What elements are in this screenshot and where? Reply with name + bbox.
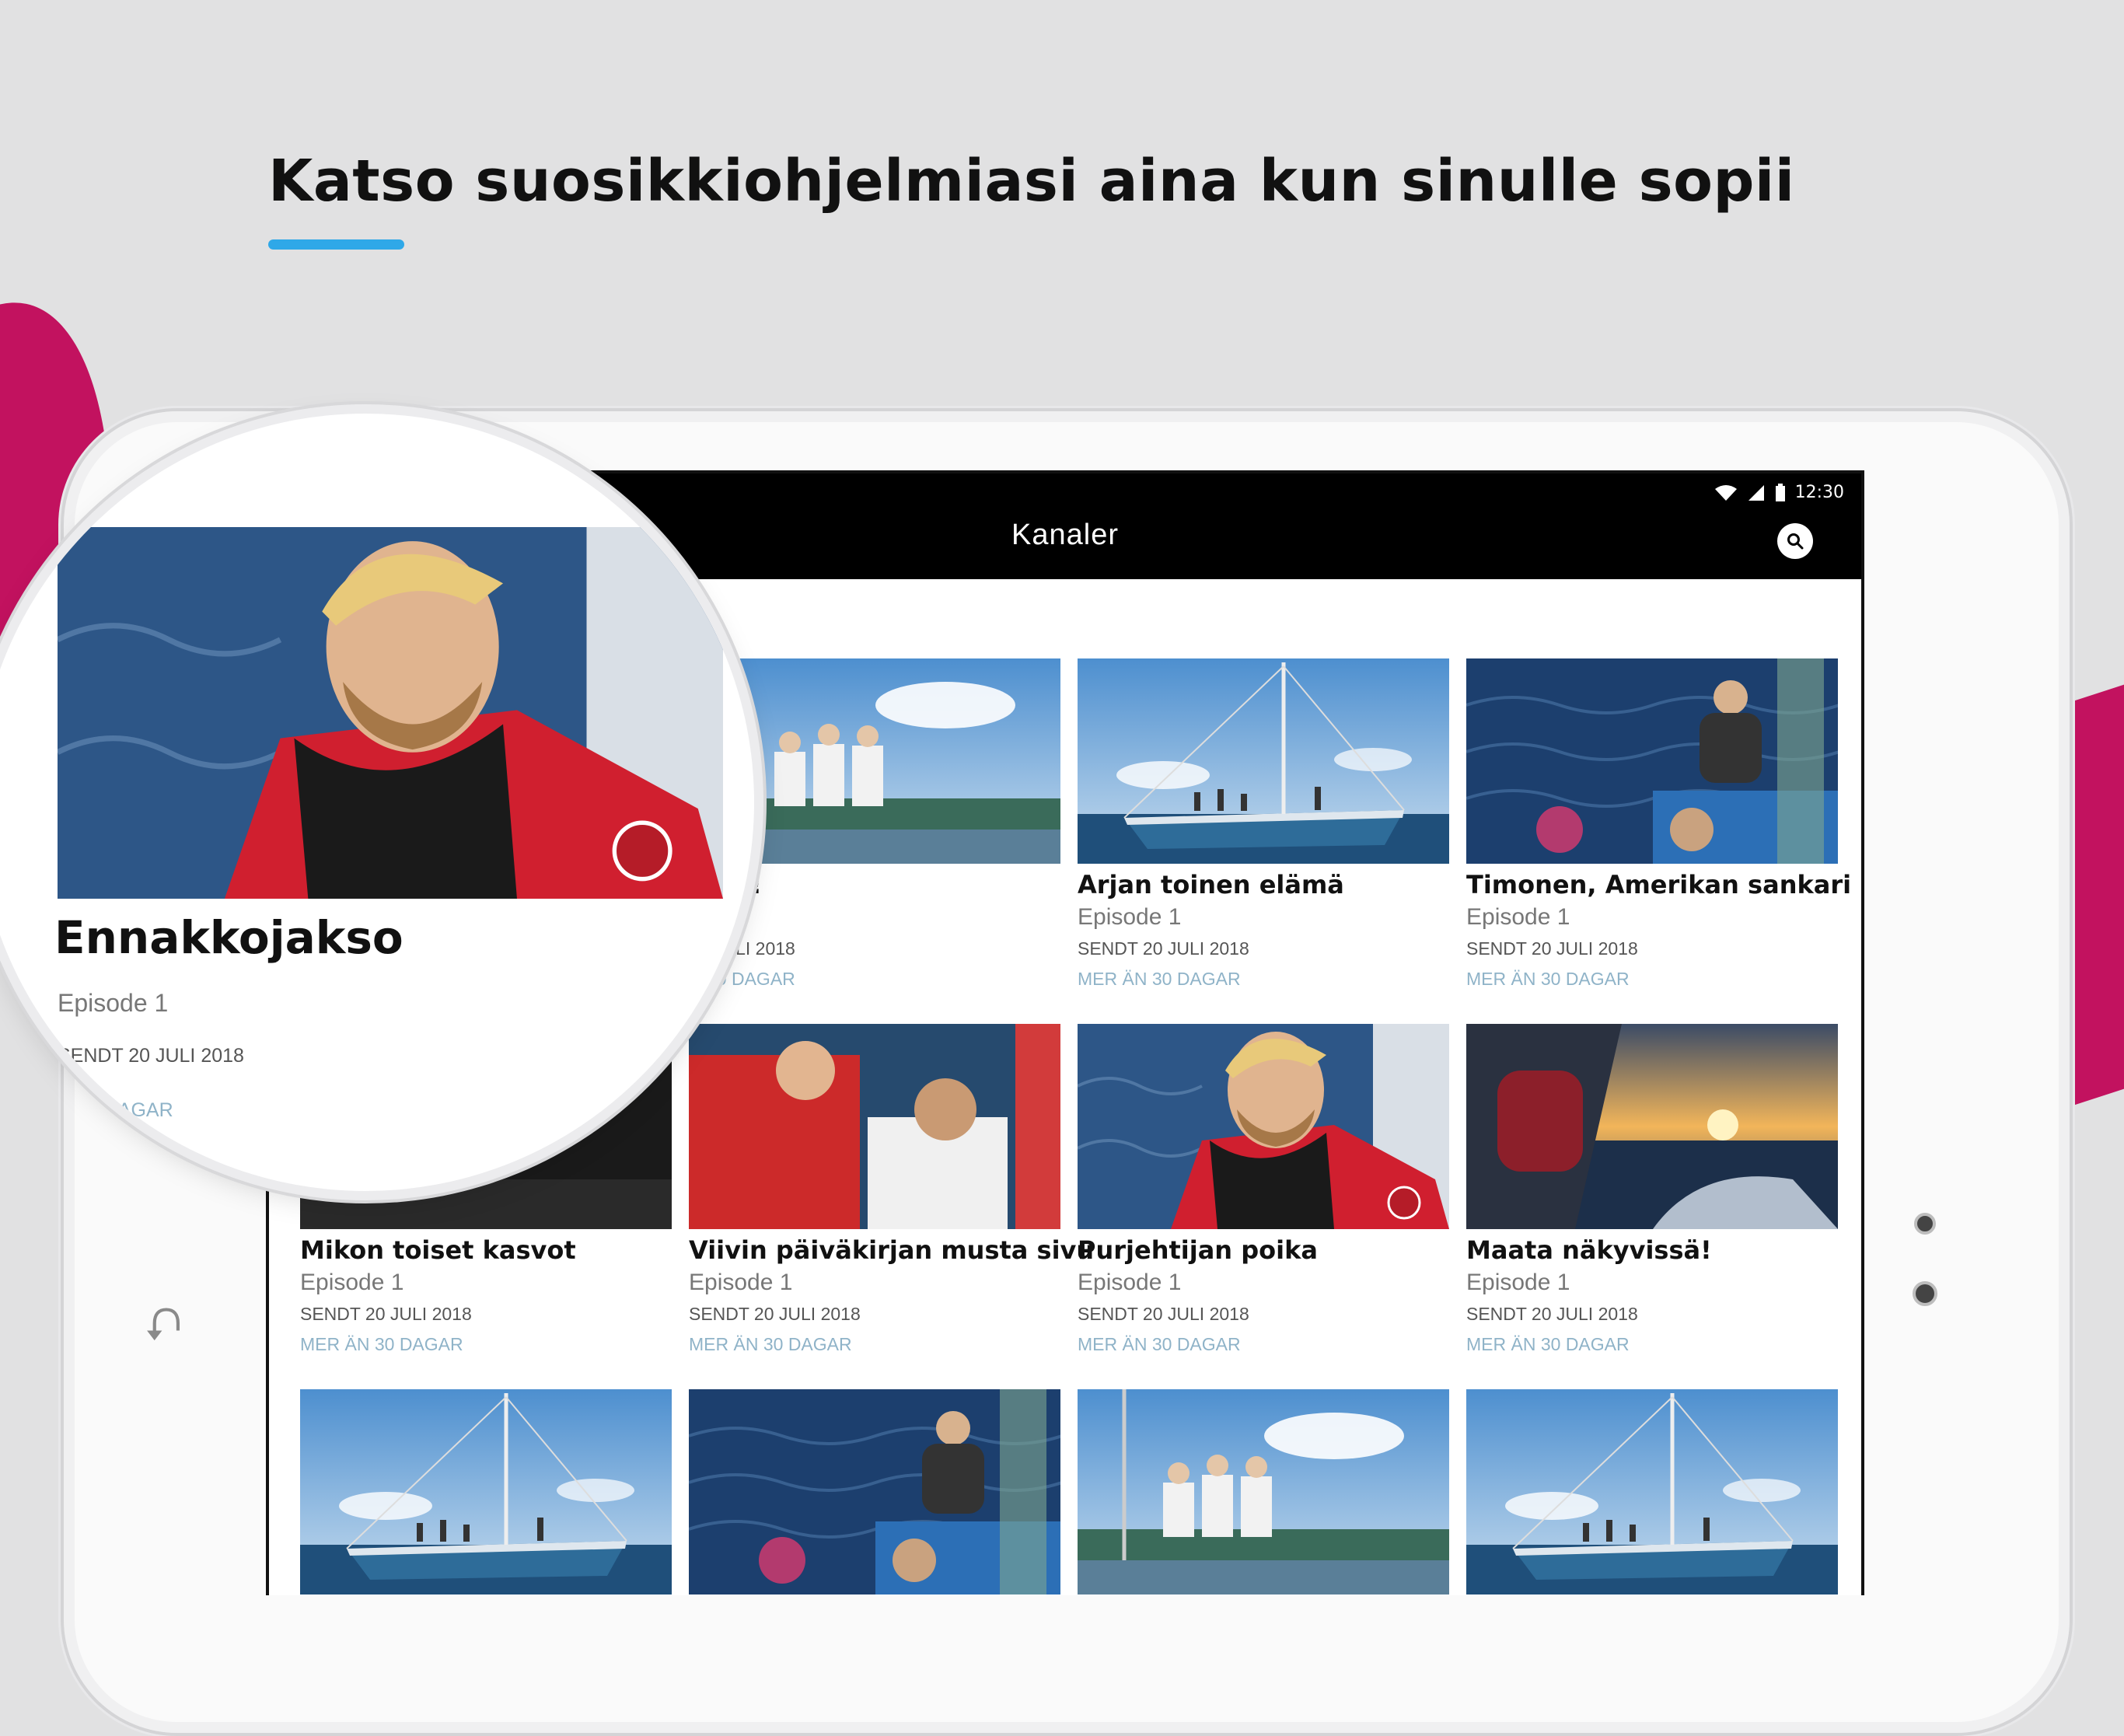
program-title: Purjehtijan poika: [1078, 1235, 1318, 1265]
program-sent-date: SENDT 20 JULI 2018: [1466, 1304, 1638, 1324]
zoom-expiry: N 30 DAGAR: [58, 1099, 173, 1121]
program-thumbnail[interactable]: [689, 1024, 1060, 1229]
program-expiry: MER ÄN 30 DAGAR: [1466, 969, 1630, 989]
wifi-icon: [1714, 484, 1737, 501]
brand-shape-right: [2071, 666, 2124, 1106]
program-episode: Episode 1: [1466, 904, 1570, 930]
program-card[interactable]: [1466, 1389, 1838, 1595]
program-title: Timonen, Amerikan sankari: [1466, 870, 1852, 899]
program-sent-date: 20 JULI 2018: [689, 938, 795, 959]
program-card[interactable]: [300, 1389, 672, 1595]
search-icon: [1787, 533, 1804, 550]
program-sent-date: SENDT 20 JULI 2018: [1466, 938, 1638, 959]
program-thumbnail[interactable]: [689, 1389, 1060, 1595]
program-card[interactable]: Timonen, Amerikan sankari Episode 1 SENDT …: [1466, 658, 1852, 990]
headline-underline: [268, 239, 404, 250]
program-thumbnail[interactable]: [1466, 658, 1838, 864]
program-title: Maata näkyvissä!: [1466, 1235, 1712, 1265]
program-episode: e 1: [689, 904, 1060, 931]
program-thumbnail[interactable]: [1078, 1024, 1449, 1229]
program-expiry: N 30 DAGAR: [689, 969, 795, 989]
zoom-sent-date: SENDT 20 JULI 2018: [58, 1045, 244, 1067]
program-title: Mikon toiset kasvot: [300, 1235, 576, 1265]
program-thumbnail[interactable]: [1078, 658, 1449, 864]
zoom-magnifier: Ennakkojakso Episode 1 SENDT 20 JULI 201…: [0, 414, 754, 1191]
program-thumbnail[interactable]: [1466, 1389, 1838, 1595]
program-episode: Episode 1: [1466, 1270, 1570, 1295]
program-card[interactable]: Arjan toinen elämä Episode 1 SENDT 20 JULI…: [1078, 658, 1449, 990]
program-card[interactable]: [689, 1389, 1060, 1595]
program-expiry: MER ÄN 30 DAGAR: [1078, 969, 1241, 989]
program-episode: Episode 1: [300, 1270, 404, 1295]
program-thumbnail[interactable]: [1078, 1389, 1449, 1595]
program-thumbnail[interactable]: [300, 1389, 672, 1595]
status-time: 12:30: [1794, 483, 1844, 502]
headline: Katso suosikkiohjelmiasi aina kun sinull…: [268, 148, 1795, 215]
zoom-thumbnail[interactable]: [58, 527, 723, 899]
battery-icon: [1775, 483, 1785, 501]
program-expiry: MER ÄN 30 DAGAR: [300, 1334, 463, 1354]
program-card[interactable]: Viivin päiväkirjan musta sivu Episode 1 SE…: [689, 1024, 1095, 1355]
back-arrow-icon[interactable]: ⮏: [145, 1291, 182, 1370]
program-sent-date: SENDT 20 JULI 2018: [300, 1304, 472, 1324]
status-bar: 12:30: [1714, 483, 1844, 502]
program-card[interactable]: Purjehtijan poika Episode 1 SENDT 20 JULI …: [1078, 1024, 1449, 1355]
program-title: Viivin päiväkirjan musta sivu: [689, 1235, 1095, 1265]
program-sent-date: SENDT 20 JULI 2018: [689, 1304, 861, 1324]
program-episode: Episode 1: [1078, 904, 1182, 930]
zoom-title: Ennakkojakso: [54, 911, 403, 964]
program-thumbnail[interactable]: [1466, 1024, 1838, 1229]
program-episode: Episode 1: [1078, 1270, 1182, 1295]
program-title: Arjan toinen elämä: [1078, 870, 1344, 899]
sensor-icon: [1913, 1281, 1937, 1306]
program-card[interactable]: Maata näkyvissä! Episode 1 SENDT 20 JULI 2…: [1466, 1024, 1838, 1355]
program-sent-date: SENDT 20 JULI 2018: [1078, 938, 1249, 959]
program-sent-date: SENDT 20 JULI 2018: [1078, 1304, 1249, 1324]
search-button[interactable]: [1777, 523, 1813, 559]
program-episode: Episode 1: [689, 1270, 793, 1295]
camera-icon: [1914, 1213, 1936, 1235]
program-expiry: MER ÄN 30 DAGAR: [1078, 1334, 1241, 1354]
zoom-episode: Episode 1: [58, 989, 169, 1017]
program-expiry: MER ÄN 30 DAGAR: [689, 1334, 852, 1354]
signal-icon: [1748, 484, 1764, 501]
program-card[interactable]: [1078, 1389, 1449, 1595]
program-expiry: MER ÄN 30 DAGAR: [1466, 1334, 1630, 1354]
